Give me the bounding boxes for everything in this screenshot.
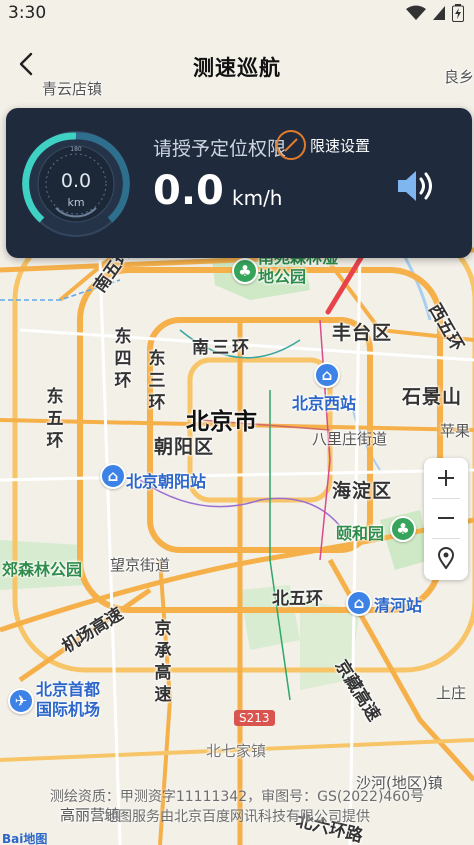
location-permission-prompt[interactable]: 请授予定位权限 (153, 134, 286, 161)
map-label-beiqijia: 北七家镇 (206, 742, 267, 760)
station-pin-icon[interactable]: ⌂ (314, 362, 340, 388)
airport-pin-icon[interactable]: ✈ (8, 688, 34, 714)
map-label-shijingshan: 石景山 (402, 386, 463, 408)
map-label-wangjing: 望京街道 (110, 556, 171, 574)
map-controls (424, 458, 468, 580)
current-speed: 0.0 (153, 168, 224, 214)
zoom-out-button[interactable] (424, 498, 468, 538)
map-label-qinghe: 清河站 (374, 596, 423, 615)
map-label-fengtai: 丰台区 (332, 322, 393, 344)
map-label-balizhuang: 八里庄街道 (312, 430, 388, 448)
park-pin-icon[interactable]: ♣ (232, 258, 258, 284)
map-label-jingcheng: 京承高速 (154, 619, 172, 705)
header: 测速巡航 (0, 40, 474, 90)
map-label-dongsanhuan: 东三环 (148, 349, 166, 413)
signal-icon (433, 6, 445, 20)
station-pin-icon[interactable]: ⌂ (346, 590, 372, 616)
speed-limit-label: 限速设置 (310, 136, 371, 155)
map-label-dongsihuan: 东四环 (114, 327, 132, 391)
status-icons (406, 4, 464, 22)
locate-button[interactable] (424, 538, 468, 578)
map-label-beijing-city: 北京市 (186, 409, 258, 435)
map-label-dongwuhuan: 东五环 (46, 387, 64, 451)
map-label-beijing-chaoyang-station: 北京朝阳站 (126, 472, 207, 491)
gauge-unit: km (67, 196, 85, 209)
map-label-s213: S213 (234, 710, 275, 726)
speaker-icon (398, 171, 432, 201)
station-pin-icon[interactable]: ⌂ (100, 463, 126, 489)
map-label-nansanhuan: 南三环 (192, 338, 252, 358)
speed-unit: km/h (232, 186, 283, 210)
gauge-value: 0.0 (60, 170, 92, 192)
battery-icon (452, 4, 464, 22)
gauge-top-label: 180 (70, 146, 82, 153)
map-label-haidian: 海淀区 (332, 480, 393, 502)
volume-button[interactable] (394, 166, 436, 206)
map-label-capital-airport: 北京首都国际机场 (36, 680, 101, 719)
map-label-pingguo: 苹果 (440, 422, 471, 440)
speed-limit-icon (276, 130, 306, 160)
map-label-beijing-west: 北京西站 (292, 394, 357, 413)
location-pin-icon (437, 547, 455, 569)
speedometer-gauge: 180 0.0 km (20, 128, 132, 240)
zoom-in-button[interactable] (424, 458, 468, 498)
wifi-icon (406, 5, 426, 20)
park-pin-icon[interactable]: ♣ (390, 516, 416, 542)
baidu-map-logo: Bai地图 (2, 832, 48, 845)
map-label-yiheyuan: 颐和园 (336, 524, 385, 543)
status-bar: 3:30 (0, 0, 474, 26)
map-label-shangzhuang: 上庄 (436, 684, 467, 702)
speed-panel: 180 0.0 km 请授予定位权限 限速设置 0.0 km/h (6, 108, 472, 258)
minus-icon (438, 517, 454, 519)
page-title: 测速巡航 (193, 56, 281, 80)
map-credit-provider: 地图服务由北京百度网讯科技有限公司提供 (104, 809, 370, 825)
map-label-chaoyang: 朝阳区 (154, 436, 215, 458)
map-credit-license: 测绘资质：甲测资字11111342，审图号：GS(2022)460号 (49, 789, 425, 805)
speed-limit-button[interactable]: 限速设置 (276, 130, 370, 160)
plus-icon (438, 470, 454, 486)
map-label-forest-park: 郊森林公园 (2, 560, 83, 579)
status-time: 3:30 (8, 3, 47, 23)
map-label-beiwuhuan: 北五环 (272, 589, 323, 609)
